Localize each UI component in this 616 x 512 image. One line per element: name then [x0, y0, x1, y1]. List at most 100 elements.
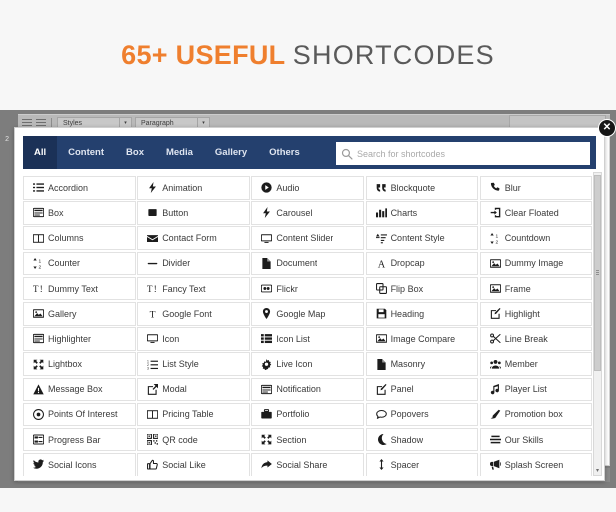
shortcode-icon[interactable]: Icon — [137, 327, 250, 351]
shortcode-frame[interactable]: Frame — [479, 276, 593, 301]
shortcode-label: Dummy Image — [504, 258, 564, 269]
shortcode-progress-bar[interactable]: Progress Bar — [23, 427, 136, 452]
shortcode-carousel[interactable]: Carousel — [251, 201, 364, 225]
search-input[interactable] — [357, 148, 589, 159]
shortcode-box[interactable]: Box — [23, 201, 136, 225]
shortcode-icon-list[interactable]: Icon List — [251, 327, 364, 351]
shortcode-shadow[interactable]: Shadow — [365, 427, 479, 452]
gear-icon — [261, 358, 276, 370]
shortcode-section[interactable]: Section — [251, 427, 364, 452]
shortcode-panel[interactable]: Panel — [365, 377, 479, 402]
scroll-down-arrow[interactable]: ▾ — [594, 466, 601, 475]
shortcode-social-icons[interactable]: Social Icons — [23, 453, 136, 476]
shortcode-label: Content Slider — [276, 233, 334, 244]
shortcode-heading[interactable]: Heading — [365, 301, 479, 326]
shortcode-highlighter[interactable]: Highlighter — [23, 327, 136, 351]
shortcode-label: Gallery — [48, 308, 77, 319]
shortcode-message-box[interactable]: Message Box — [23, 377, 136, 402]
shortcode-google-font[interactable]: T Google Font — [137, 301, 250, 326]
shortcode-modal[interactable]: Modal — [137, 377, 250, 402]
scrollbar-thumb[interactable] — [594, 175, 601, 371]
shortcode-social-share[interactable]: Social Share — [251, 453, 364, 476]
shortcode-label: QR code — [162, 434, 198, 445]
shortcode-audio[interactable]: Audio — [251, 176, 364, 200]
comment-icon — [375, 409, 391, 420]
shortcode-content-slider[interactable]: Content Slider — [251, 226, 364, 250]
shortcode-button[interactable]: Button — [137, 201, 250, 225]
shortcode-promotion-box[interactable]: Promotion box — [479, 402, 593, 427]
phone-icon — [490, 182, 505, 193]
shortcode-label: Audio — [276, 182, 300, 193]
shortcode-line-break[interactable]: Line Break — [479, 327, 593, 351]
shortcode-our-skills[interactable]: Our Skills — [479, 427, 593, 452]
shortcode-dummy-image[interactable]: Dummy Image — [479, 251, 593, 276]
file-icon — [376, 358, 391, 370]
map-marker-icon — [261, 308, 276, 320]
vertical-scrollbar[interactable]: ▾ — [593, 172, 602, 476]
shortcode-qr-code[interactable]: QR code — [137, 427, 250, 452]
shortcode-masonry[interactable]: Masonry — [365, 352, 479, 376]
shortcode-points-of-interest[interactable]: Points Of Interest — [23, 402, 136, 427]
shortcode-portfolio[interactable]: Portfolio — [251, 402, 364, 427]
tab-box[interactable]: Box — [115, 136, 155, 169]
page-title: 65+ USEFUL SHORTCODES — [121, 40, 495, 71]
align-justify-icon[interactable] — [22, 119, 32, 127]
shortcode-blur[interactable]: Blur — [479, 176, 593, 200]
shortcode-pricing-table[interactable]: Pricing Table — [137, 402, 250, 427]
pencil-square-icon — [490, 308, 505, 320]
shortcode-highlight[interactable]: Highlight — [479, 301, 593, 326]
svg-text:1: 1 — [495, 233, 498, 239]
shortcode-counter[interactable]: 1 2 Counter — [23, 251, 136, 276]
shortcode-animation[interactable]: Animation — [137, 176, 250, 200]
shortcode-label: Flickr — [276, 283, 298, 294]
shortcode-dropcap[interactable]: A Dropcap — [365, 251, 479, 276]
shortcode-content-style[interactable]: Content Style — [365, 226, 479, 250]
shortcode-gallery[interactable]: Gallery — [23, 301, 136, 326]
tab-content[interactable]: Content — [57, 136, 115, 169]
align-left-icon[interactable] — [36, 119, 46, 127]
shortcode-fancy-text[interactable]: T! Fancy Text — [137, 276, 250, 301]
shortcode-accordion[interactable]: Accordion — [23, 176, 136, 200]
shortcode-label: Fancy Text — [162, 283, 206, 294]
shortcode-image-compare[interactable]: Image Compare — [365, 327, 479, 351]
window-icon — [33, 333, 48, 344]
bars-icon — [489, 434, 505, 445]
svg-text:!: ! — [40, 284, 43, 294]
shortcode-flickr[interactable]: Flickr — [251, 276, 364, 301]
shortcode-spacer[interactable]: Spacer — [365, 453, 479, 476]
shortcode-notification[interactable]: Notification — [251, 377, 364, 402]
shortcode-countdown[interactable]: 1 2 Countdown — [479, 226, 593, 250]
shortcode-charts[interactable]: Charts — [365, 201, 479, 225]
shortcode-label: Frame — [504, 283, 531, 294]
svg-text:2: 2 — [495, 239, 498, 244]
svg-text:3: 3 — [147, 366, 149, 369]
shortcode-contact-form[interactable]: Contact Form — [137, 226, 250, 250]
search-box[interactable] — [336, 142, 590, 165]
shortcode-divider[interactable]: Divider — [137, 251, 250, 276]
shortcode-blockquote[interactable]: Blockquote — [365, 176, 479, 200]
shortcode-label: Document — [276, 258, 318, 269]
shortcode-google-map[interactable]: Google Map — [251, 301, 364, 326]
shortcode-columns[interactable]: Columns — [23, 226, 136, 250]
shortcode-flip-box[interactable]: Flip Box — [365, 276, 479, 301]
shortcode-social-like[interactable]: Social Like — [137, 453, 250, 476]
shortcode-document[interactable]: Document — [251, 251, 364, 276]
tab-all[interactable]: All — [23, 136, 58, 169]
shortcode-splash-screen[interactable]: Splash Screen — [479, 453, 593, 476]
close-icon[interactable]: ✕ — [598, 119, 616, 137]
shortcode-member[interactable]: Member — [479, 352, 593, 376]
text-height-icon: T! — [33, 283, 48, 294]
shortcode-dummy-text[interactable]: T! Dummy Text — [23, 276, 136, 301]
tab-media[interactable]: Media — [155, 136, 204, 169]
shortcode-lightbox[interactable]: Lightbox — [23, 352, 136, 376]
shortcode-label: Google Font — [162, 308, 212, 319]
page-title-accent: 65+ USEFUL — [121, 39, 285, 70]
shortcode-popovers[interactable]: Popovers — [365, 402, 479, 427]
tab-others[interactable]: Others — [258, 136, 311, 169]
shortcode-player-list[interactable]: Player List — [479, 377, 593, 402]
tab-gallery[interactable]: Gallery — [204, 136, 258, 169]
shortcode-list-style[interactable]: 1 2 3 List Style — [137, 352, 250, 376]
shortcode-clear-floated[interactable]: Clear Floated — [479, 201, 593, 225]
shortcode-label: Live Icon — [276, 359, 313, 370]
shortcode-live-icon[interactable]: Live Icon — [251, 352, 364, 376]
